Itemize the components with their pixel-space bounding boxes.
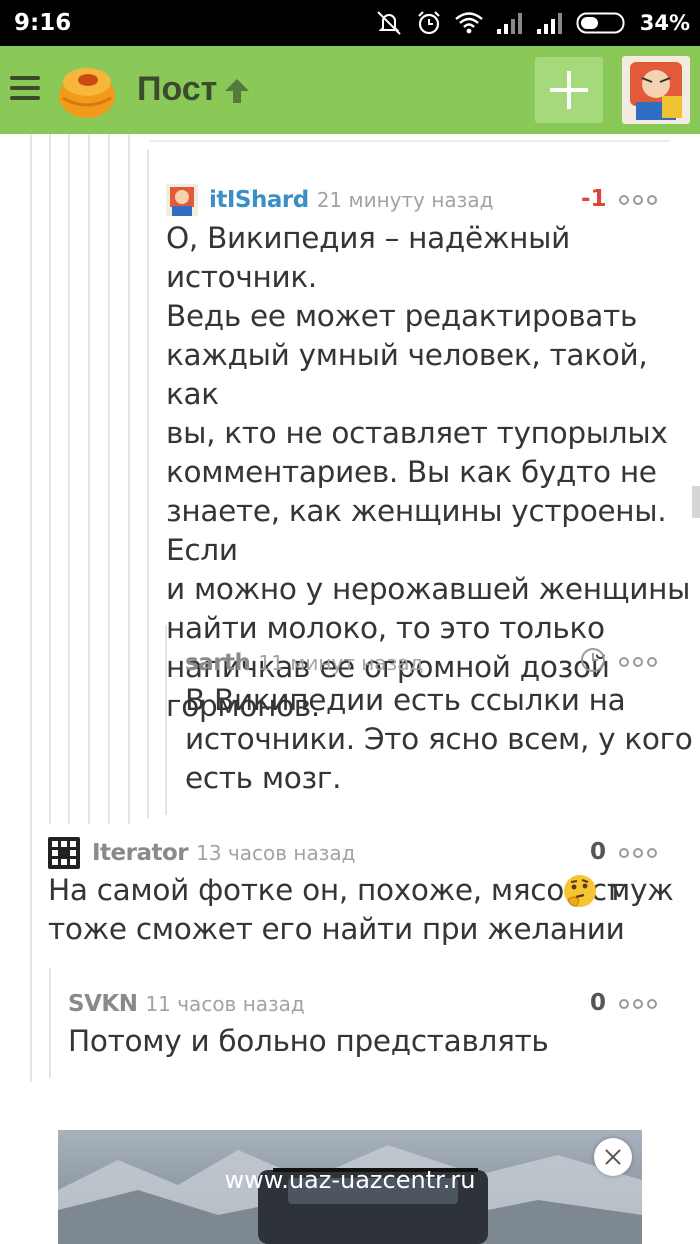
battery-icon (576, 12, 625, 34)
thread-separator (150, 140, 670, 142)
more-options-icon[interactable] (619, 195, 657, 205)
comment-time: 11 часов назад (145, 992, 305, 1016)
clock-icon (581, 648, 605, 672)
thread-line (30, 134, 32, 1082)
avatar[interactable] (622, 56, 690, 124)
wifi-icon (454, 12, 483, 34)
more-options-icon[interactable] (619, 657, 657, 667)
page-title: Пост (137, 70, 218, 108)
thread-line (49, 968, 51, 1078)
close-icon[interactable] (594, 1138, 632, 1176)
add-post-button[interactable] (535, 57, 603, 123)
signal-icon (496, 13, 522, 34)
comment-text: На самой фотке он, похоже, мясо ест муж … (48, 873, 674, 946)
comment-time: 21 минуту назад (316, 188, 494, 212)
logo-icon[interactable] (54, 60, 120, 120)
menu-icon[interactable] (10, 76, 40, 102)
signal-icon (536, 13, 562, 34)
ad-banner[interactable]: www.uaz-uazcentr.ru (58, 1130, 642, 1244)
comment-author[interactable]: SVKN (68, 991, 138, 1017)
comment-time: 11 минут назад (258, 651, 424, 675)
battery-percent: 34% (639, 11, 690, 35)
thread-line (68, 134, 70, 824)
mute-icon (377, 11, 401, 35)
ad-url: www.uaz-uazcentr.ru (224, 1166, 476, 1194)
more-options-icon[interactable] (619, 999, 657, 1009)
thinking-emoji-icon (564, 875, 596, 907)
comment-time: 13 часов назад (196, 841, 356, 865)
comment-text: В Википедии есть ссылки на источники. Эт… (185, 683, 693, 795)
comment-meta: itIShard 21 минуту назад (209, 185, 493, 215)
comment-rating[interactable]: -1 (581, 186, 607, 212)
comment-meta: SVKN 11 часов назад (68, 989, 305, 1019)
comment-author[interactable]: sarth (185, 650, 251, 676)
thread-line (88, 134, 90, 824)
status-bar: 9:16 34% (0, 0, 700, 46)
status-icons: 34% (374, 9, 690, 37)
comment-meta: Iterator 13 часов назад (92, 838, 355, 868)
comment-text: Потому и больно представлять (68, 1024, 549, 1058)
avatar[interactable] (166, 184, 198, 216)
status-time: 9:16 (14, 10, 72, 36)
comment-author[interactable]: itIShard (209, 187, 309, 213)
avatar[interactable] (48, 837, 80, 869)
comment-meta: sarth 11 минут назад (185, 648, 423, 678)
comment-rating[interactable]: 0 (590, 839, 606, 865)
app-bar: Пост (0, 46, 700, 134)
thread-line (128, 134, 130, 824)
more-options-icon[interactable] (619, 848, 657, 858)
alarm-icon (417, 11, 440, 35)
comment-author[interactable]: Iterator (92, 840, 189, 866)
comment-rating[interactable]: 0 (590, 990, 606, 1016)
scrollbar[interactable] (692, 486, 700, 518)
thread-line (147, 150, 149, 818)
thread-line (108, 134, 110, 824)
up-arrow-icon[interactable] (222, 76, 252, 106)
thread-line (49, 134, 51, 824)
